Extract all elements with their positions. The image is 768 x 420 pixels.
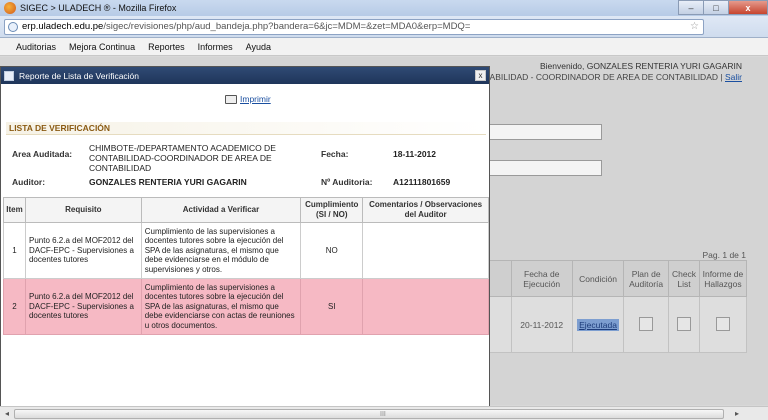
fecha-label: Fecha: — [321, 149, 349, 159]
firefox-icon — [4, 2, 16, 14]
url-text[interactable]: erp.uladech.edu.pe/sigec/revisiones/php/… — [22, 21, 470, 32]
navigation-bar: erp.uladech.edu.pe/sigec/revisiones/php/… — [0, 16, 768, 38]
close-window-button[interactable]: x — [728, 0, 768, 15]
scroll-right-arrow-icon[interactable]: ▸ — [732, 409, 742, 419]
minimize-button[interactable]: – — [678, 0, 704, 15]
area-value: CHIMBOTE-/DEPARTAMENTO ACADEMICO DE CONT… — [89, 143, 276, 173]
table-row: 2 Punto 6.2.a del MOF2012 del DACF-EPC -… — [3, 278, 489, 335]
bg-cell-spacer — [488, 296, 512, 353]
scrollbar-thumb[interactable]: III — [14, 409, 724, 419]
cell-actividad: Cumplimiento de las supervisiones a doce… — [140, 278, 302, 335]
bg-header-checklist: Check List — [668, 260, 700, 297]
pagination-label: Pag. 1 de 1 — [702, 250, 746, 260]
section-title: LISTA DE VERIFICACIÓN — [6, 122, 486, 135]
cell-item: 2 — [3, 278, 26, 335]
area-label: Area Auditada: — [12, 149, 73, 159]
separator: | — [720, 72, 723, 82]
horizontal-scrollbar[interactable]: ◂ III ▸ — [0, 406, 768, 420]
cell-comentarios — [362, 222, 489, 279]
auditor-label: Auditor: — [12, 177, 46, 187]
menu-item-reportes[interactable]: Reportes — [148, 42, 185, 52]
bg-header-plan: Plan de Auditoría — [623, 260, 670, 297]
print-row: Imprimir — [225, 94, 271, 104]
cell-requisito: Punto 6.2.a del MOF2012 del DACF-EPC - S… — [24, 278, 142, 335]
welcome-area: CONTABILIDAD - COORDINADOR DE AREA DE CO… — [466, 72, 719, 82]
menu-item-informes[interactable]: Informes — [198, 42, 233, 52]
cell-actividad: Cumplimiento de las supervisiones a doce… — [140, 222, 302, 279]
header-comentarios: Comentarios / Observaciones del Auditor — [362, 197, 489, 223]
scroll-left-arrow-icon[interactable]: ◂ — [2, 409, 12, 419]
condition-link[interactable]: Ejecutada — [577, 318, 619, 331]
logout-link[interactable]: Salir — [725, 72, 742, 82]
cell-item: 1 — [3, 222, 26, 279]
envelope-icon[interactable] — [715, 316, 730, 331]
background-field-1 — [488, 124, 602, 140]
url-bar[interactable]: erp.uladech.edu.pe/sigec/revisiones/php/… — [4, 18, 704, 35]
bg-cell-fecha: 20-11-2012 — [510, 296, 573, 353]
header-item: Item — [3, 197, 26, 223]
globe-icon — [8, 21, 18, 32]
document-icon — [4, 70, 14, 81]
bg-header-spacer — [488, 260, 512, 297]
bookmark-star-icon[interactable]: ☆ — [690, 21, 699, 32]
cell-cumplimiento: SI — [300, 278, 364, 335]
plan-document-icon[interactable] — [639, 316, 654, 331]
verification-report-dialog: Reporte de Lista de Verificación x Impri… — [0, 66, 490, 410]
table-row: 20-11-2012 Ejecutada — [488, 296, 748, 353]
welcome-user: Bienvenido, GONZALES RENTERIA YURI GAGAR… — [539, 61, 742, 71]
maximize-button[interactable]: □ — [703, 0, 729, 15]
menu-item-mejora-continua[interactable]: Mejora Continua — [69, 42, 135, 52]
checklist-icon[interactable] — [677, 316, 692, 331]
bg-cell-condicion: Ejecutada — [571, 296, 625, 353]
cell-requisito: Punto 6.2.a del MOF2012 del DACF-EPC - S… — [24, 222, 142, 279]
bg-cell-checklist — [668, 296, 700, 353]
header-actividad: Actividad a Verificar — [140, 197, 302, 223]
background-audits-table: Fecha de Ejecución Condición Plan de Aud… — [488, 260, 748, 353]
bg-header-fecha: Fecha de Ejecución — [510, 260, 573, 297]
verification-table: Item Requisito Actividad a Verificar Cum… — [3, 197, 489, 335]
background-field-2 — [488, 160, 602, 176]
numero-auditoria-label: Nº Auditoria: — [321, 177, 373, 187]
app-menu: Auditorias Mejora Continua Reportes Info… — [0, 38, 768, 56]
header-cumplimiento: Cumplimiento (SI / NO) — [300, 197, 364, 223]
scrollbar-grip: III — [380, 411, 386, 418]
table-header-row: Item Requisito Actividad a Verificar Cum… — [3, 197, 489, 223]
window-title: SIGEC > ULADECH ® - Mozilla Firefox — [20, 3, 177, 13]
header-requisito: Requisito — [24, 197, 142, 223]
fecha-value: 18-11-2012 — [393, 149, 437, 159]
window-titlebar: SIGEC > ULADECH ® - Mozilla Firefox – □ … — [0, 0, 768, 16]
menu-item-auditorias[interactable]: Auditorias — [16, 42, 56, 52]
dialog-close-button[interactable]: x — [475, 70, 486, 81]
printer-icon[interactable] — [225, 94, 237, 104]
dialog-title: Reporte de Lista de Verificación — [19, 70, 140, 81]
menu-item-ayuda[interactable]: Ayuda — [246, 42, 271, 52]
bg-cell-plan — [623, 296, 670, 353]
bg-header-informe: Informe de Hallazgos — [698, 260, 748, 297]
print-link[interactable]: Imprimir — [240, 94, 271, 104]
numero-auditoria-value: A12111801659 — [393, 177, 451, 187]
bg-header-condicion: Condición — [571, 260, 625, 297]
cell-comentarios — [362, 278, 489, 335]
auditor-value: GONZALES RENTERIA YURI GAGARIN — [89, 177, 247, 187]
cell-cumplimiento: NO — [300, 222, 364, 279]
table-row: 1 Punto 6.2.a del MOF2012 del DACF-EPC -… — [3, 222, 489, 279]
bg-cell-informe — [698, 296, 748, 353]
dialog-header: Reporte de Lista de Verificación x — [1, 67, 489, 84]
welcome-block: Bienvenido, GONZALES RENTERIA YURI GAGAR… — [466, 61, 742, 83]
